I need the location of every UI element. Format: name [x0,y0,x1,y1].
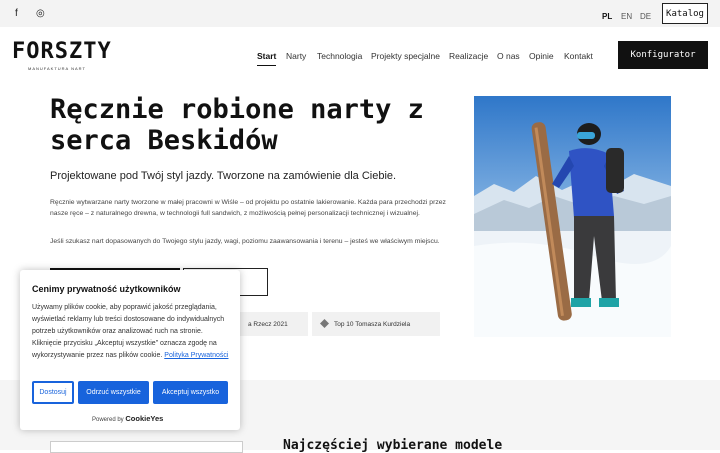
award-badge-2: Top 10 Tomasza Kurdziela [312,312,440,336]
award-badge-1: a Rzecz 2021 [240,312,308,336]
nav-opinie[interactable]: Opinie [529,51,554,61]
cookie-accept-button[interactable]: Akceptuj wszystko [153,381,228,404]
cookie-body: Używamy plików cookie, aby poprawić jako… [32,304,225,359]
lang-de[interactable]: DE [640,12,651,21]
instagram-icon[interactable]: ◎ [36,8,45,19]
cookieyes-branding: Powered by CookieYes [92,414,163,423]
hero-subtitle: Projektowane pod Twój styl jazdy. Tworzo… [50,170,397,182]
cookieyes-logo: CookieYes [125,414,164,423]
nav-technologia[interactable]: Technologia [317,51,362,61]
hero-skier-image [474,96,671,337]
top-bar: f ◎ PL EN DE Katalog [0,0,720,27]
lang-en[interactable]: EN [621,12,632,21]
cookie-customize-button[interactable]: Dostosuj [32,381,74,404]
nav-realizacje[interactable]: Realizacje [449,51,488,61]
logo-wordmark: FORSZTY [12,39,112,64]
lang-pl[interactable]: PL [602,12,612,21]
nav-narty[interactable]: Narty [286,51,306,61]
konfigurator-button[interactable]: Konfigurator [618,41,708,69]
powered-by-label: Powered by [92,417,124,423]
models-card [50,441,243,453]
nav-o-nas[interactable]: O nas [497,51,520,61]
privacy-policy-link[interactable]: Polityka Prywatności [164,352,228,359]
logo-subtitle: MANUFAKTURA NART [28,66,86,71]
models-section-heading: Najczęściej wybierane modele [283,438,503,453]
award-icon [320,318,329,330]
facebook-icon[interactable]: f [15,8,18,19]
nav-start[interactable]: Start [257,51,277,66]
award-label-2: Top 10 Tomasza Kurdziela [334,320,411,328]
nav-projekty-specjalne[interactable]: Projekty specjalne [371,51,440,61]
cookie-banner: Cenimy prywatność użytkowników Używamy p… [20,270,240,430]
katalog-button[interactable]: Katalog [662,3,708,24]
logo[interactable]: FORSZTY MANUFAKTURA NART [12,39,112,71]
award-label-1: a Rzecz 2021 [248,320,288,328]
hero-paragraph-1: Ręcznie wytwarzane narty tworzone w małe… [50,199,446,217]
cookie-reject-button[interactable]: Odrzuć wszystkie [78,381,149,404]
cookie-text: Używamy plików cookie, aby poprawić jako… [32,302,232,362]
nav-kontakt[interactable]: Kontakt [564,51,593,61]
hero-title: Ręcznie robione narty z serca Beskidów [50,94,424,156]
cookie-title: Cenimy prywatność użytkowników [32,284,181,294]
hero-paragraph-2: Jeśli szukasz nart dopasowanych do Twoje… [50,238,440,245]
